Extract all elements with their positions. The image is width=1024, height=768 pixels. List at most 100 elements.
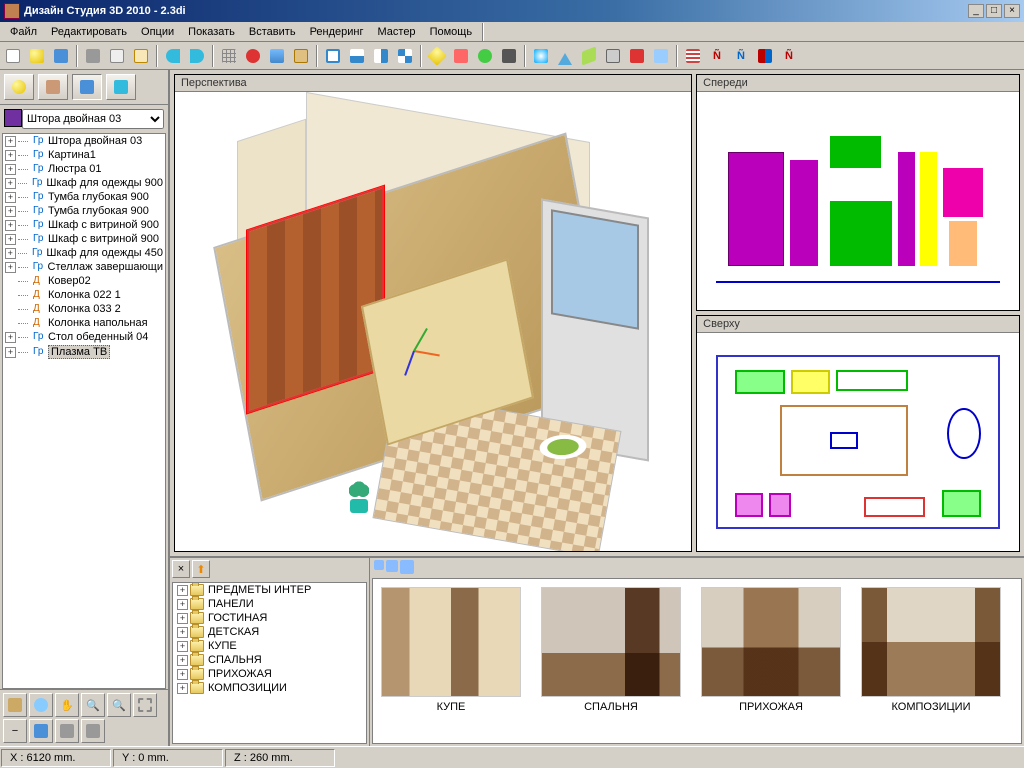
- viewport-front-canvas[interactable]: [697, 92, 1019, 310]
- minimize-button[interactable]: _: [968, 4, 984, 18]
- snap-button[interactable]: [242, 45, 264, 67]
- cone-button[interactable]: [554, 45, 576, 67]
- expand-toggle[interactable]: +: [5, 164, 16, 175]
- new-button[interactable]: [2, 45, 24, 67]
- view-opt2-button[interactable]: [81, 719, 105, 743]
- scene-tree-item[interactable]: +ГрТумба глубокая 900: [3, 204, 165, 218]
- open-button[interactable]: [26, 45, 48, 67]
- library-thumb[interactable]: СПАЛЬНЯ: [541, 587, 681, 713]
- measure-button[interactable]: [426, 45, 448, 67]
- library-tree-item[interactable]: +ПАНЕЛИ: [173, 597, 366, 611]
- library-tree-item[interactable]: +ПРИХОЖАЯ: [173, 667, 366, 681]
- scene-tree-item[interactable]: ДКолонка напольная: [3, 316, 165, 330]
- render-button[interactable]: [530, 45, 552, 67]
- dimension-button[interactable]: [450, 45, 472, 67]
- menu-show[interactable]: Показать: [182, 25, 241, 39]
- catalog-button[interactable]: [682, 45, 704, 67]
- expand-toggle[interactable]: +: [177, 641, 188, 652]
- home-view-button[interactable]: [3, 693, 27, 717]
- library-up-button[interactable]: ⬆: [192, 560, 210, 578]
- viewport-3-button[interactable]: [370, 45, 392, 67]
- cut-button[interactable]: [82, 45, 104, 67]
- library-tree-item[interactable]: +ДЕТСКАЯ: [173, 625, 366, 639]
- expand-toggle[interactable]: +: [5, 136, 16, 147]
- copy-button[interactable]: [106, 45, 128, 67]
- select-push-button[interactable]: [626, 45, 648, 67]
- transform-gizmo[interactable]: [394, 330, 434, 370]
- redo-button[interactable]: [186, 45, 208, 67]
- walk-button[interactable]: [29, 719, 53, 743]
- materials-button[interactable]: [290, 45, 312, 67]
- library-thumb[interactable]: КУПЕ: [381, 587, 521, 713]
- expand-toggle[interactable]: +: [5, 234, 16, 245]
- edit3d-button[interactable]: [602, 45, 624, 67]
- library-tree[interactable]: +ПРЕДМЕТЫ ИНТЕР+ПАНЕЛИ+ГОСТИНАЯ+ДЕТСКАЯ+…: [172, 582, 367, 744]
- color-swatch[interactable]: [4, 109, 22, 127]
- expand-toggle[interactable]: +: [177, 599, 188, 610]
- library-tree-item[interactable]: +ГОСТИНАЯ: [173, 611, 366, 625]
- library-close-button[interactable]: ×: [172, 560, 190, 578]
- zoom-fit-button[interactable]: [133, 693, 157, 717]
- view-opt1-button[interactable]: [55, 719, 79, 743]
- expand-toggle[interactable]: +: [5, 178, 16, 189]
- zoom-region-button[interactable]: 🔍: [107, 693, 131, 717]
- library-thumb[interactable]: ПРИХОЖАЯ: [701, 587, 841, 713]
- viewport-front[interactable]: Спереди: [696, 74, 1020, 311]
- thumb-med-button[interactable]: [386, 560, 398, 574]
- expand-toggle[interactable]: +: [5, 248, 16, 259]
- mode-plan-button[interactable]: [106, 74, 136, 100]
- layers-button[interactable]: [266, 45, 288, 67]
- expand-toggle[interactable]: +: [5, 347, 16, 358]
- expand-toggle[interactable]: +: [177, 613, 188, 624]
- scene-tree-item[interactable]: +ГрШкаф с витриной 900: [3, 218, 165, 232]
- viewport-1-button[interactable]: [322, 45, 344, 67]
- expand-toggle[interactable]: +: [177, 669, 188, 680]
- mode-furn-button[interactable]: [38, 74, 68, 100]
- menu-edit[interactable]: Редактировать: [45, 25, 133, 39]
- viewport-2-button[interactable]: [346, 45, 368, 67]
- menu-master[interactable]: Мастер: [372, 25, 422, 39]
- thumb-small-button[interactable]: [374, 560, 384, 574]
- expand-toggle[interactable]: +: [5, 262, 16, 273]
- scene-tree-item[interactable]: +ГрКартина1: [3, 148, 165, 162]
- mode-light-button[interactable]: [4, 74, 34, 100]
- menu-help[interactable]: Помощь: [424, 25, 479, 39]
- magnet-align-button[interactable]: [754, 45, 776, 67]
- viewport-top[interactable]: Сверху: [696, 315, 1020, 552]
- viewport-top-canvas[interactable]: [697, 333, 1019, 551]
- menu-insert[interactable]: Вставить: [243, 25, 302, 39]
- expand-toggle[interactable]: +: [177, 627, 188, 638]
- expand-toggle[interactable]: +: [5, 150, 16, 161]
- properties-button[interactable]: [650, 45, 672, 67]
- scene-tree-item[interactable]: +ГрТумба глубокая 900: [3, 190, 165, 204]
- object-select[interactable]: Штора двойная 03: [22, 109, 164, 129]
- camera-button[interactable]: [498, 45, 520, 67]
- expand-toggle[interactable]: +: [5, 220, 16, 231]
- zoom-button[interactable]: 🔍: [81, 693, 105, 717]
- library-tree-item[interactable]: +СПАЛЬНЯ: [173, 653, 366, 667]
- close-button[interactable]: ×: [1004, 4, 1020, 18]
- zoom-out-button[interactable]: −: [3, 719, 27, 743]
- scene-tree-item[interactable]: ДКолонка 022 1: [3, 288, 165, 302]
- orbit-button[interactable]: [29, 693, 53, 717]
- paste-button[interactable]: [130, 45, 152, 67]
- scene-tree-item[interactable]: +ГрШкаф для одежды 900: [3, 176, 165, 190]
- scene-tree-item[interactable]: ДКовер02: [3, 274, 165, 288]
- scene-tree-item[interactable]: +ГрШкаф с витриной 900: [3, 232, 165, 246]
- scene-tree-item[interactable]: +ГрСтеллаж завершающи: [3, 260, 165, 274]
- undo-button[interactable]: [162, 45, 184, 67]
- expand-toggle[interactable]: +: [5, 332, 16, 343]
- maximize-button[interactable]: □: [986, 4, 1002, 18]
- viewport-perspective[interactable]: Перспектива: [174, 74, 692, 552]
- library-thumb[interactable]: КОМПОЗИЦИИ: [861, 587, 1001, 713]
- magnet-s-button[interactable]: Ñ: [730, 45, 752, 67]
- menu-render[interactable]: Рендеринг: [304, 25, 370, 39]
- save-button[interactable]: [50, 45, 72, 67]
- thumb-large-button[interactable]: [400, 560, 414, 574]
- expand-toggle[interactable]: +: [177, 683, 188, 694]
- expand-toggle[interactable]: +: [177, 585, 188, 596]
- scene-tree-item[interactable]: +ГрШкаф для одежды 450: [3, 246, 165, 260]
- scene-tree-item[interactable]: ДКолонка 033 2: [3, 302, 165, 316]
- scene-tree-item[interactable]: +ГрЛюстра 01: [3, 162, 165, 176]
- mode-scene-button[interactable]: [72, 74, 102, 100]
